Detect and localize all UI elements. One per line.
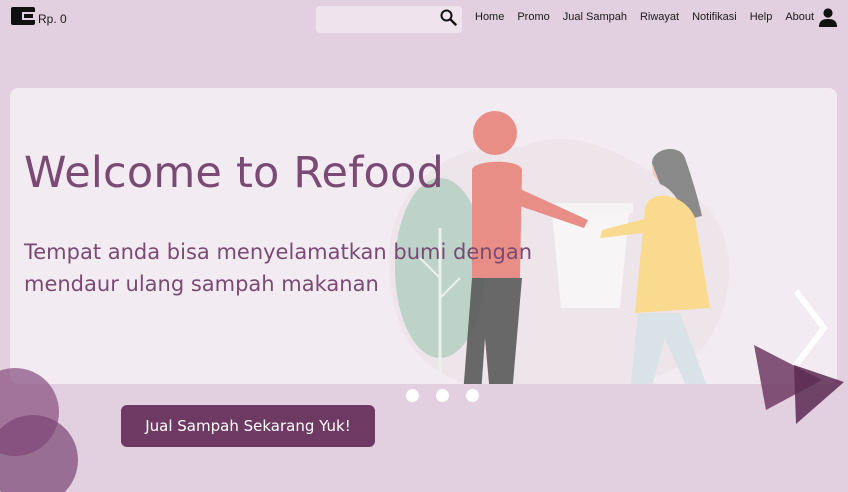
carousel-dot-2[interactable] — [436, 389, 449, 402]
user-icon[interactable] — [818, 8, 838, 32]
wallet[interactable]: Rp. 0 — [11, 7, 67, 30]
nav-riwayat[interactable]: Riwayat — [640, 11, 679, 23]
nav-promo[interactable]: Promo — [517, 11, 549, 23]
wallet-balance: Rp. 0 — [38, 11, 67, 26]
decorative-circles — [0, 368, 78, 492]
hero-subtitle: Tempat anda bisa menyelamatkan bumi deng… — [24, 240, 533, 296]
search-input[interactable] — [322, 10, 434, 29]
nav-help[interactable]: Help — [750, 11, 773, 23]
nav-notifikasi[interactable]: Notifikasi — [692, 11, 737, 23]
search-icon[interactable] — [440, 9, 457, 31]
sell-waste-button[interactable]: Jual Sampah Sekarang Yuk! — [121, 405, 375, 447]
hero-carousel: Welcome to Refood Tempat anda bisa menye… — [10, 88, 837, 384]
nav-home[interactable]: Home — [475, 11, 504, 23]
carousel-dot-3[interactable] — [466, 389, 479, 402]
main-nav: Home Promo Jual Sampah Riwayat Notifikas… — [475, 11, 814, 23]
carousel-dot-1[interactable] — [406, 389, 419, 402]
decorative-triangles — [754, 345, 844, 424]
search-bar[interactable] — [316, 6, 462, 33]
carousel-indicators — [406, 389, 479, 402]
hero-title: Welcome to Refood — [24, 148, 445, 198]
wallet-icon — [11, 7, 35, 30]
nav-jual-sampah[interactable]: Jual Sampah — [563, 11, 627, 23]
nav-about[interactable]: About — [785, 11, 814, 23]
